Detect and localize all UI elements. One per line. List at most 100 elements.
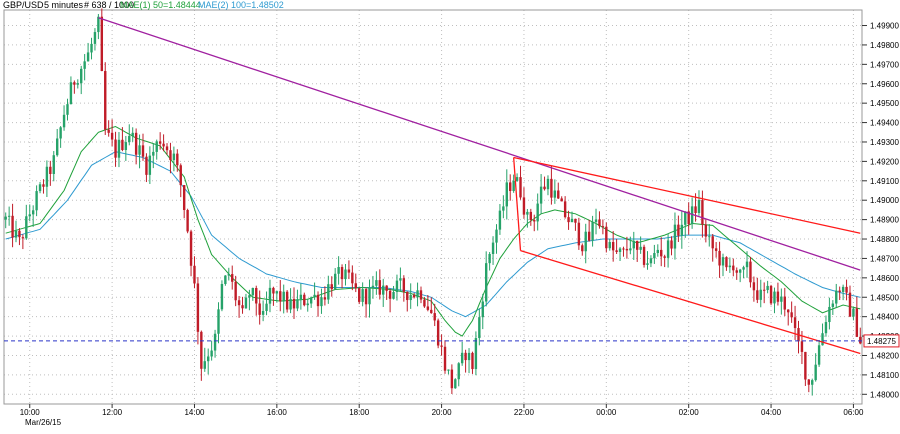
candle-body <box>158 141 162 144</box>
candle-body <box>684 211 687 225</box>
y-tick-label: 1.48100 <box>870 371 899 380</box>
candle-body <box>845 286 848 293</box>
candle-body <box>742 267 745 270</box>
y-tick-label: 1.49100 <box>870 177 899 186</box>
candle-body <box>536 203 539 222</box>
header-ma2: MAE(2) 100=1.48502 <box>198 0 284 10</box>
candle-body <box>430 309 433 314</box>
candle-body <box>752 282 756 291</box>
candle-body <box>591 221 594 241</box>
candle-body <box>224 275 227 284</box>
candle-body <box>38 184 42 192</box>
candle-body <box>484 263 488 302</box>
y-tick-label: 1.48200 <box>870 351 899 360</box>
candle-body <box>251 288 255 296</box>
y-tick-label: 1.48500 <box>870 293 899 302</box>
x-tick-label: 06:00 <box>843 408 864 417</box>
candle-body <box>134 132 138 155</box>
candle-body <box>303 294 306 306</box>
candle-body <box>76 83 79 85</box>
candle-body <box>728 265 732 268</box>
candle-body <box>711 236 714 249</box>
candle-body <box>563 201 567 218</box>
candle-body <box>333 273 337 290</box>
candle-body <box>426 306 430 310</box>
candle-body <box>714 248 718 251</box>
candle-body <box>193 265 196 284</box>
y-tick-label: 1.49400 <box>870 119 899 128</box>
candle-body <box>279 291 282 302</box>
candle-body <box>42 184 45 187</box>
candle-body <box>776 291 780 302</box>
candle-body <box>673 224 677 249</box>
candle-body <box>721 257 725 266</box>
candle-body <box>124 142 128 151</box>
candle-body <box>697 200 701 213</box>
candle-body <box>220 283 224 310</box>
candle-body <box>371 285 375 288</box>
candle-body <box>505 182 508 207</box>
candle-body <box>632 240 635 249</box>
candle-body <box>361 289 364 302</box>
candle-body <box>364 289 368 305</box>
candle-body <box>560 198 563 202</box>
candle-body <box>90 43 93 53</box>
candle-body <box>793 317 797 329</box>
candle-body <box>35 191 38 211</box>
candle-body <box>114 139 117 158</box>
candle-body <box>207 356 210 362</box>
y-tick-label: 1.49800 <box>870 41 899 50</box>
y-tick-label: 1.49700 <box>870 60 899 69</box>
candle-body <box>231 274 234 282</box>
candle-body <box>59 127 62 139</box>
candle-body <box>272 287 275 294</box>
candle-body <box>196 283 200 332</box>
candle-body <box>282 291 285 302</box>
candle-body <box>189 231 193 266</box>
candle-body <box>611 242 615 251</box>
candle-body <box>347 269 351 273</box>
candle-body <box>330 284 333 290</box>
candle-body <box>248 295 251 298</box>
candle-body <box>433 313 436 321</box>
candle-body <box>474 338 478 370</box>
candle-body <box>313 294 316 298</box>
x-tick-label: 02:00 <box>679 408 700 417</box>
candle-body <box>759 289 762 300</box>
candle-body <box>375 280 378 286</box>
candle-body <box>11 215 14 238</box>
candle-body <box>622 248 625 250</box>
candle-body <box>539 186 543 204</box>
candle-body <box>756 290 759 300</box>
candle-body <box>55 138 59 156</box>
candle-body <box>519 177 522 198</box>
candle-body <box>828 306 831 323</box>
candle-body <box>382 285 385 295</box>
candle-body <box>515 177 519 181</box>
candle-body <box>440 345 443 347</box>
candle-body <box>66 104 69 115</box>
candle-body <box>234 281 237 301</box>
candle-body <box>292 299 296 309</box>
candle-body <box>824 322 828 334</box>
candle-body <box>471 352 474 370</box>
candle-body <box>354 283 357 289</box>
candle-body <box>787 309 790 313</box>
candle-body <box>152 151 155 156</box>
candle-body <box>457 363 460 380</box>
candle-body <box>553 190 557 198</box>
candle-body <box>738 269 742 273</box>
candle-body <box>488 253 491 264</box>
candle-body <box>708 236 711 238</box>
candle-body <box>481 301 484 318</box>
y-tick-label: 1.48400 <box>870 313 899 322</box>
candle-body <box>337 267 340 274</box>
candle-body <box>268 287 272 304</box>
candle-body <box>642 246 646 265</box>
candle-body <box>800 341 804 352</box>
candle-body <box>327 284 330 300</box>
x-tick-label: 00:00 <box>596 408 617 417</box>
candle-body <box>172 153 176 161</box>
candle-body <box>653 253 656 259</box>
candle-body <box>162 143 165 147</box>
